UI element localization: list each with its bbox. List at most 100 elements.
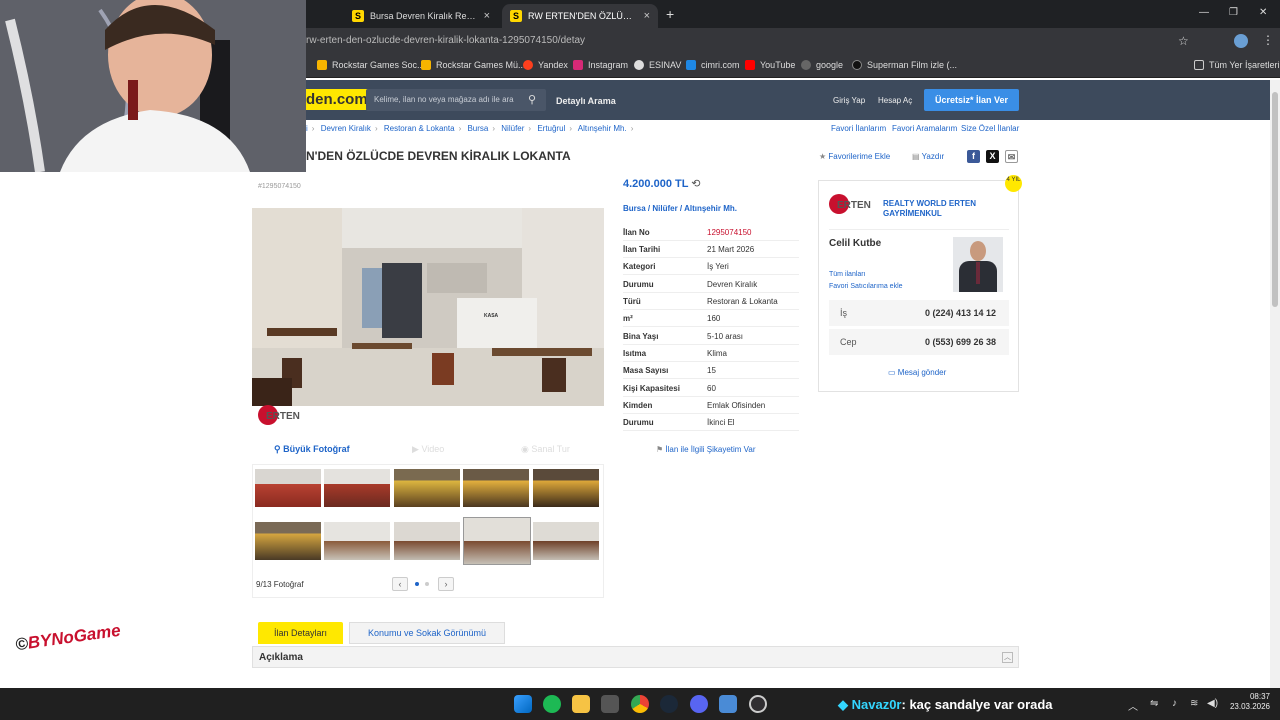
- listing-location: Bursa / Nilüfer / Altınşehir Mh.: [623, 204, 737, 213]
- location-neighborhood[interactable]: Altınşehir Mh.: [684, 204, 737, 213]
- app-icon[interactable]: [719, 695, 737, 713]
- discord-icon[interactable]: [690, 695, 708, 713]
- detailed-search-link[interactable]: Detaylı Arama: [556, 96, 616, 106]
- close-window-button[interactable]: ✕: [1259, 7, 1267, 18]
- facebook-icon[interactable]: f: [967, 150, 980, 163]
- bookmark-rockstar-social[interactable]: Rockstar Games Soc...: [317, 60, 425, 70]
- post-ad-button[interactable]: Ücretsiz* İlan Ver: [924, 89, 1019, 111]
- page-dot[interactable]: [425, 582, 429, 586]
- close-icon[interactable]: ×: [638, 10, 650, 22]
- breadcrumb-item[interactable]: i: [306, 124, 308, 133]
- wifi-icon[interactable]: ≋: [1190, 698, 1198, 709]
- profile-avatar[interactable]: [1234, 34, 1248, 48]
- system-clock[interactable]: 08:37 23.03.2026: [1226, 692, 1270, 712]
- thumbnail[interactable]: [533, 522, 599, 560]
- new-tab-button[interactable]: +: [666, 6, 674, 22]
- search-input[interactable]: Kelime, ilan no veya mağaza adı ile ara: [366, 89, 546, 111]
- detail-key: İlan Tarihi: [623, 245, 661, 254]
- microphone-icon[interactable]: ♪: [1172, 698, 1177, 709]
- bookmark-cimri[interactable]: cimri.com: [686, 60, 740, 70]
- site-logo[interactable]: den.com: [306, 89, 372, 110]
- location-city[interactable]: Bursa: [623, 204, 646, 213]
- file-explorer-icon[interactable]: [572, 695, 590, 713]
- large-photo-tab[interactable]: ⚲ Büyük Fotoğraf: [274, 444, 350, 455]
- thumbnail[interactable]: [533, 469, 599, 507]
- sahibinden-favicon: S: [352, 10, 364, 22]
- register-link[interactable]: Hesap Aç: [878, 96, 912, 105]
- minimize-button[interactable]: —: [1199, 7, 1209, 18]
- bookmark-rockstar-music[interactable]: Rockstar Games Mü...: [421, 60, 526, 70]
- thumbnail[interactable]: [463, 469, 529, 507]
- bookmark-instagram[interactable]: Instagram: [573, 60, 628, 70]
- phone-number[interactable]: 0 (553) 699 26 38: [925, 337, 996, 347]
- obs-icon[interactable]: [749, 695, 767, 713]
- chrome-icon[interactable]: [631, 695, 649, 713]
- thumbnail-selected[interactable]: [463, 517, 531, 565]
- rockstar-icon: [421, 60, 431, 70]
- browser-tab-2[interactable]: S RW ERTEN'DEN ÖZLÜCDE DEVREN ×: [502, 4, 658, 28]
- next-photo-button[interactable]: ›: [438, 577, 454, 591]
- url-field[interactable]: rw-erten-den-ozlucde-devren-kiralik-loka…: [306, 35, 585, 46]
- volume-icon[interactable]: ◀): [1207, 698, 1218, 709]
- bookmark-google[interactable]: google: [801, 60, 843, 70]
- breadcrumb-item[interactable]: Altınşehir Mh.: [578, 124, 627, 133]
- thumbnail[interactable]: [324, 522, 390, 560]
- favorite-listings-link[interactable]: Favori İlanlarım: [831, 124, 886, 133]
- store-name[interactable]: REALTY WORLD ERTEN GAYRİMENKUL: [883, 199, 1003, 219]
- breadcrumb-item[interactable]: Nilüfer: [501, 124, 524, 133]
- x-twitter-icon[interactable]: X: [986, 150, 999, 163]
- collapse-icon[interactable]: ︿: [1002, 652, 1013, 663]
- bookmark-label: YouTube: [760, 60, 796, 70]
- add-favorite-link[interactable]: ★ Favorilerime Ekle: [819, 152, 890, 161]
- mail-icon[interactable]: ✉: [1005, 150, 1018, 163]
- agency-logo[interactable]: ERTEN: [829, 193, 879, 221]
- send-message-link[interactable]: ▭ Mesaj gönder: [888, 368, 946, 377]
- bookmark-yandex[interactable]: Yandex: [523, 60, 568, 70]
- special-listings-link[interactable]: Size Özel İlanlar: [961, 124, 1019, 133]
- breadcrumb-item[interactable]: Ertuğrul: [537, 124, 565, 133]
- browser-tab-1[interactable]: S Bursa Devren Kiralık Restoran & ×: [344, 4, 498, 28]
- search-icon[interactable]: ⚲: [528, 93, 536, 106]
- thumbnail[interactable]: [255, 469, 321, 507]
- close-icon[interactable]: ×: [478, 10, 490, 22]
- bookmark-youtube[interactable]: YouTube: [745, 60, 795, 70]
- location-district[interactable]: Nilüfer: [652, 204, 677, 213]
- scrollbar-thumb[interactable]: [1272, 92, 1278, 307]
- detail-row: İlan Tarihi 21 Mart 2026: [623, 241, 799, 258]
- menu-icon[interactable]: ⋮: [1262, 33, 1274, 47]
- phone-number[interactable]: 0 (224) 413 14 12: [925, 308, 996, 318]
- star-icon[interactable]: ☆: [1178, 34, 1189, 48]
- login-link[interactable]: Giriş Yap: [833, 96, 865, 105]
- calculator-icon[interactable]: [601, 695, 619, 713]
- thumbnail[interactable]: [324, 469, 390, 507]
- main-photo[interactable]: KASA: [252, 208, 604, 406]
- history-icon[interactable]: ⟲: [691, 178, 700, 190]
- breadcrumb-separator: ›: [630, 124, 634, 133]
- steam-icon[interactable]: [660, 695, 678, 713]
- bookmark-superman[interactable]: Superman Film izle (...: [852, 60, 957, 70]
- all-ads-link[interactable]: Tüm ilanları: [829, 271, 866, 278]
- phone-label: İş: [840, 308, 848, 318]
- windows-start-icon[interactable]: [514, 695, 532, 713]
- breadcrumb-item[interactable]: Bursa: [467, 124, 488, 133]
- thumbnail[interactable]: [255, 522, 321, 560]
- all-bookmarks[interactable]: Tüm Yer İşaretleri: [1194, 60, 1280, 70]
- print-link[interactable]: ▤ Yazdır: [912, 152, 944, 161]
- favorite-searches-link[interactable]: Favori Aramalarım: [892, 124, 957, 133]
- thumbnail[interactable]: [394, 522, 460, 560]
- spotify-icon[interactable]: [543, 695, 561, 713]
- prev-photo-button[interactable]: ‹: [392, 577, 408, 591]
- maximize-button[interactable]: ❐: [1229, 7, 1238, 18]
- bookmark-esinav[interactable]: ESINAV: [634, 60, 681, 70]
- add-favorite-seller-link[interactable]: Favori Satıcılarıma ekle: [829, 283, 903, 290]
- tab-location[interactable]: Konumu ve Sokak Görünümü: [349, 622, 505, 644]
- complain-link[interactable]: ⚑ İlan ile İlgili Şikayetim Var: [656, 445, 756, 454]
- thumbnail[interactable]: [394, 469, 460, 507]
- tray-chevron-icon[interactable]: ︿: [1128, 698, 1138, 713]
- tab-listing-details[interactable]: İlan Detayları: [258, 622, 343, 644]
- breadcrumb-item[interactable]: Devren Kiralık: [321, 124, 371, 133]
- breadcrumb-item[interactable]: Restoran & Lokanta: [384, 124, 455, 133]
- network-icon[interactable]: ⇋: [1150, 698, 1158, 709]
- detail-value: 21 Mart 2026: [707, 245, 755, 254]
- page-dot-active[interactable]: [415, 582, 419, 586]
